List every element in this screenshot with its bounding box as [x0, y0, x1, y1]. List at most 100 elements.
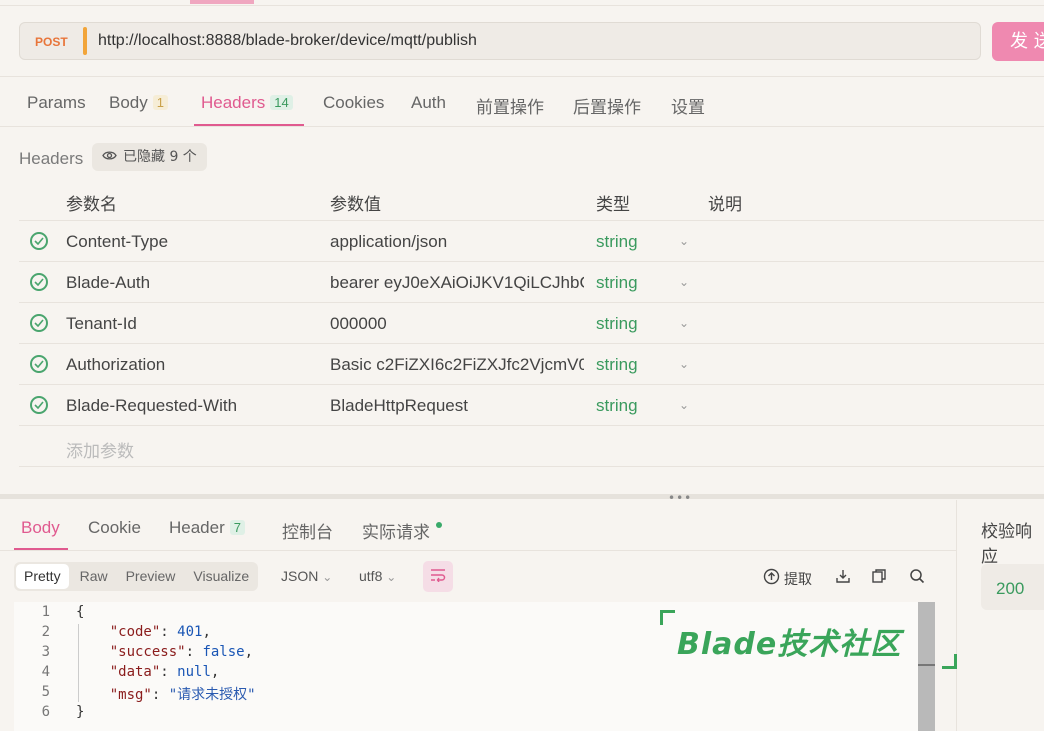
- header-type[interactable]: string: [596, 314, 638, 334]
- header-type[interactable]: string: [596, 355, 638, 375]
- row-divider: [19, 261, 1044, 262]
- hidden-headers-toggle[interactable]: 已隐藏 9 个: [92, 143, 207, 171]
- row-divider: [19, 343, 1044, 344]
- tab-post-request[interactable]: 后置操作: [573, 93, 641, 118]
- enabled-checkbox[interactable]: [30, 314, 48, 332]
- code-line: "code": 401,: [109, 624, 211, 640]
- row-divider: [19, 466, 1044, 467]
- method-select[interactable]: POST: [35, 35, 68, 49]
- eye-icon: [102, 143, 117, 171]
- header-name[interactable]: Blade-Requested-With: [66, 396, 237, 416]
- tab-settings[interactable]: 设置: [671, 93, 705, 118]
- header-count-badge: 7: [229, 520, 245, 535]
- chevron-down-icon: ⌄: [386, 570, 397, 584]
- row-divider: [19, 302, 1044, 303]
- add-param-input[interactable]: 添加参数: [66, 437, 134, 462]
- tab-cookies[interactable]: Cookies: [323, 93, 384, 113]
- view-raw[interactable]: Raw: [71, 562, 117, 591]
- header-name[interactable]: Authorization: [66, 355, 165, 375]
- tab-body[interactable]: Body 1: [109, 93, 168, 113]
- response-tab-body[interactable]: Body: [21, 518, 60, 538]
- download-icon: [835, 568, 851, 588]
- line-number: 1: [41, 604, 50, 620]
- view-pretty[interactable]: Pretty: [16, 564, 69, 589]
- line-number: 6: [41, 704, 50, 720]
- hidden-count-label: 已隐藏 9 个: [123, 149, 197, 165]
- header-name[interactable]: Tenant-Id: [66, 314, 137, 334]
- watermark: Blade技术社区: [677, 627, 902, 662]
- code-line: }: [76, 704, 85, 720]
- row-divider: [19, 384, 1044, 385]
- column-header-type: 类型: [596, 195, 630, 215]
- tab-params[interactable]: Params: [27, 93, 86, 113]
- header-name[interactable]: Content-Type: [66, 232, 168, 252]
- code-line: {: [76, 604, 85, 620]
- chevron-down-icon[interactable]: ⌄: [679, 398, 689, 412]
- header-name[interactable]: Blade-Auth: [66, 273, 150, 293]
- url-input[interactable]: http://localhost:8888/blade-broker/devic…: [98, 32, 477, 50]
- header-type[interactable]: string: [596, 396, 638, 416]
- row-divider: [19, 220, 1044, 221]
- chevron-down-icon[interactable]: ⌄: [679, 234, 689, 248]
- panel-divider: [956, 500, 957, 731]
- download-button[interactable]: [835, 568, 851, 588]
- line-number: 4: [41, 664, 50, 680]
- tab-pre-request[interactable]: 前置操作: [476, 93, 544, 118]
- chevron-down-icon: ⌄: [322, 570, 333, 584]
- chevron-down-icon[interactable]: ⌄: [679, 357, 689, 371]
- tab-auth[interactable]: Auth: [411, 93, 446, 113]
- row-divider: [19, 425, 1044, 426]
- response-tab-actual-request[interactable]: 实际请求: [362, 518, 442, 543]
- status-code: 200: [996, 579, 1025, 598]
- line-number: 5: [41, 684, 50, 700]
- divider: [0, 126, 1044, 127]
- column-header-value: 参数值: [330, 195, 381, 215]
- divider: [0, 76, 1044, 77]
- body-count-badge: 1: [152, 95, 168, 110]
- scrollbar[interactable]: [918, 602, 935, 731]
- code-line: "data": null,: [109, 664, 220, 680]
- response-tab-cookie[interactable]: Cookie: [88, 518, 141, 538]
- headers-count-badge: 14: [270, 95, 293, 110]
- enabled-checkbox[interactable]: [30, 232, 48, 250]
- enabled-checkbox[interactable]: [30, 273, 48, 291]
- header-value[interactable]: BladeHttpRequest: [330, 396, 468, 416]
- response-tab-console[interactable]: 控制台: [282, 518, 333, 543]
- method-divider: [83, 27, 87, 55]
- extract-icon: [763, 568, 780, 589]
- header-type[interactable]: string: [596, 232, 638, 252]
- view-preview[interactable]: Preview: [117, 562, 185, 591]
- watermark-corner: [660, 610, 675, 625]
- view-mode-switch: Pretty Raw Preview Visualize: [14, 562, 259, 591]
- watermark-corner: [942, 654, 957, 669]
- column-header-description: 说明: [708, 195, 742, 215]
- header-value[interactable]: 000000: [330, 314, 387, 334]
- scrollbar-marker: [918, 664, 935, 666]
- line-number: 3: [41, 644, 50, 660]
- copy-icon: [871, 568, 887, 588]
- wrap-lines-button[interactable]: [423, 561, 453, 592]
- header-value[interactable]: application/json: [330, 232, 447, 252]
- wrap-icon: [430, 567, 446, 586]
- header-value[interactable]: bearer eyJ0eXAiOiJKV1QiLCJhbGciOiJIUzI1N…: [330, 273, 584, 293]
- response-tab-header[interactable]: Header 7: [169, 518, 245, 538]
- header-type[interactable]: string: [596, 273, 638, 293]
- chevron-down-icon[interactable]: ⌄: [679, 275, 689, 289]
- format-select[interactable]: JSON ⌄: [281, 568, 332, 584]
- extract-button[interactable]: 提取: [763, 568, 812, 589]
- tab-headers[interactable]: Headers 14: [201, 93, 293, 113]
- enabled-checkbox[interactable]: [30, 355, 48, 373]
- validate-response-label[interactable]: 校验响应: [981, 517, 1044, 567]
- divider: [0, 5, 1044, 6]
- line-number: 2: [41, 624, 50, 640]
- copy-button[interactable]: [871, 568, 887, 588]
- chevron-down-icon[interactable]: ⌄: [679, 316, 689, 330]
- search-button[interactable]: [909, 568, 925, 588]
- send-button[interactable]: 发 送: [992, 22, 1044, 61]
- panel-splitter[interactable]: [0, 494, 1044, 499]
- enabled-checkbox[interactable]: [30, 396, 48, 414]
- drag-handle-icon[interactable]: •••: [668, 492, 692, 504]
- header-value[interactable]: Basic c2FiZXI6c2FiZXJfc2VjcmV0: [330, 355, 584, 375]
- encoding-select[interactable]: utf8 ⌄: [359, 568, 396, 584]
- view-visualize[interactable]: Visualize: [184, 562, 258, 591]
